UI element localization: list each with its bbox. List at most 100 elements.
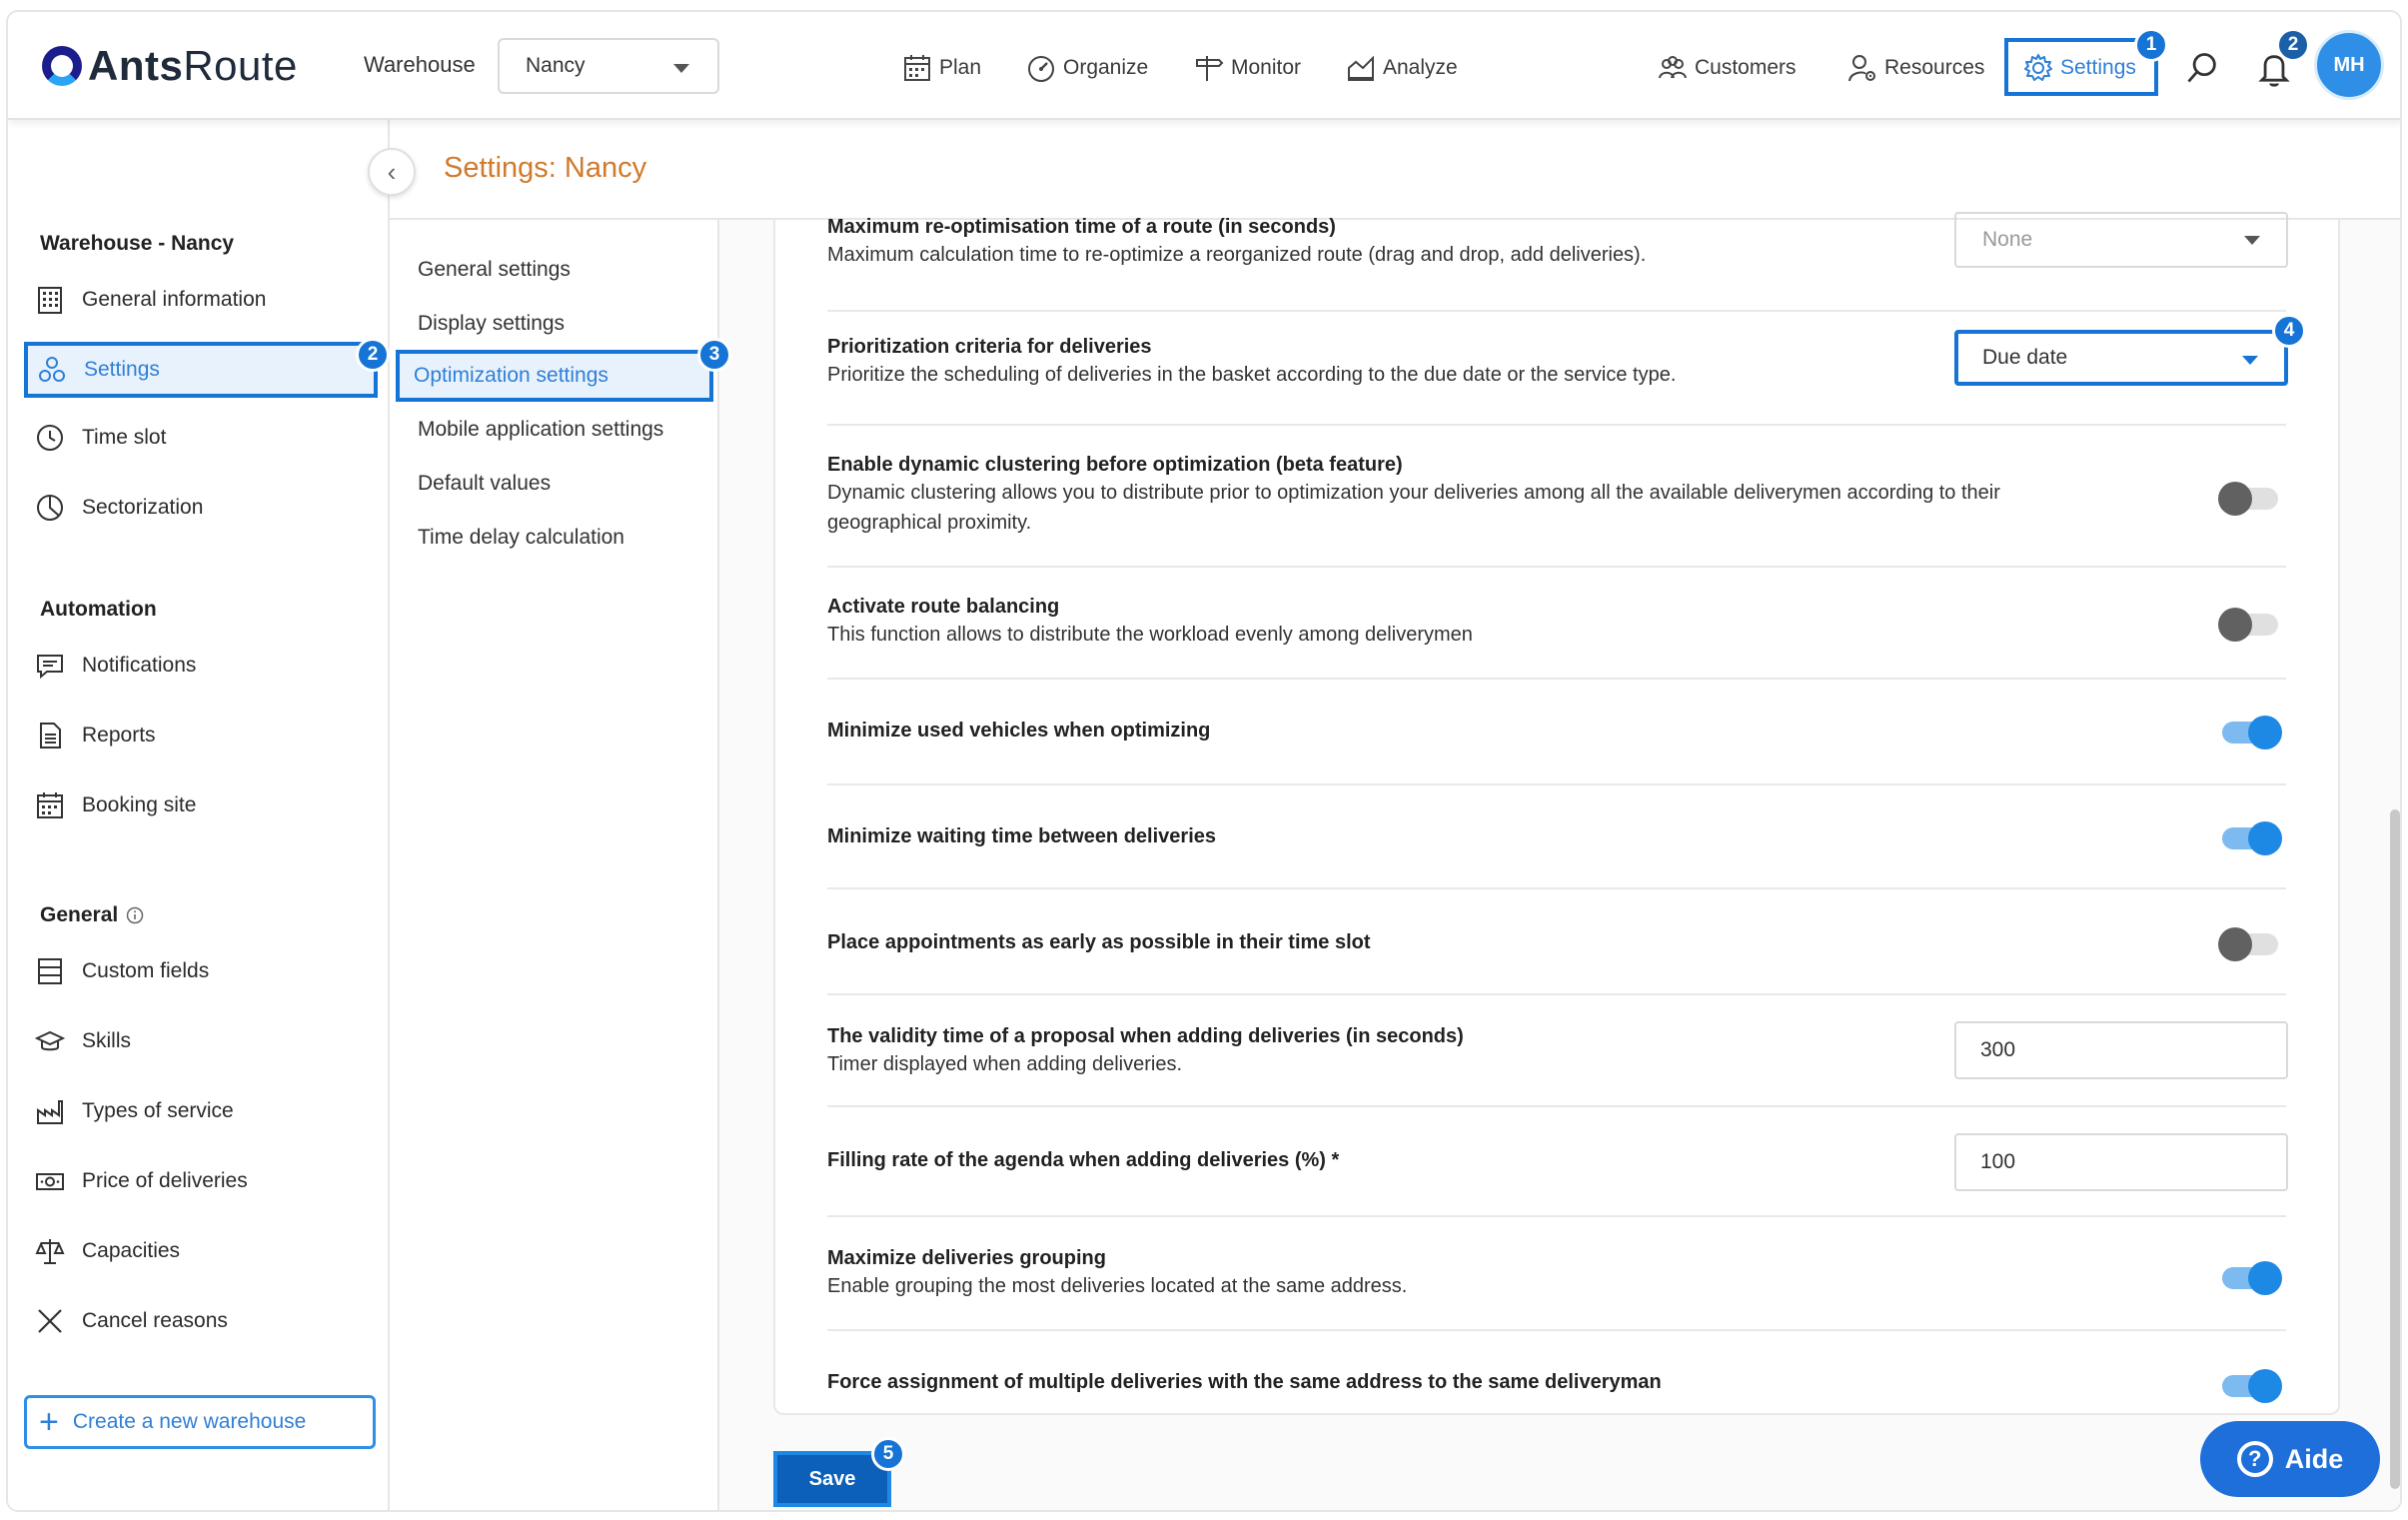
top-header: AntsRoute Warehouse Nancy Plan Organize … bbox=[8, 12, 2400, 120]
search-icon bbox=[2187, 53, 2216, 83]
nav-organize[interactable]: Organize bbox=[1025, 52, 1148, 84]
logo-text: AntsRoute bbox=[88, 42, 298, 89]
sidebar-item-cancel-reasons[interactable]: Cancel reasons bbox=[34, 1295, 374, 1347]
filling-rate-input[interactable]: 100 bbox=[1954, 1133, 2288, 1191]
user-avatar[interactable]: MH bbox=[2314, 30, 2384, 100]
sidebar-section-general: General bbox=[40, 903, 144, 927]
users-icon bbox=[1659, 56, 1687, 79]
submenu-mobile-application-settings[interactable]: Mobile application settings bbox=[400, 404, 709, 456]
building-icon bbox=[38, 287, 62, 314]
optimization-settings-content: Maximum re-optimisation time of a route … bbox=[719, 212, 2400, 1510]
question-icon: ? bbox=[2236, 1441, 2273, 1477]
nav-settings[interactable]: Settings bbox=[2022, 52, 2136, 84]
graduation-cap-icon bbox=[35, 1030, 65, 1051]
sidebar-item-sectorization[interactable]: Sectorization bbox=[34, 482, 374, 534]
step-badge-1: 1 bbox=[2134, 28, 2168, 62]
gauge-icon bbox=[1028, 56, 1054, 82]
left-sidebar: Warehouse - Nancy General information Se… bbox=[8, 120, 390, 1510]
sidebar-item-notifications[interactable]: Notifications bbox=[34, 640, 374, 692]
early-appointments-toggle[interactable] bbox=[2218, 927, 2278, 961]
calendar-icon bbox=[37, 792, 63, 818]
collapse-sidebar-button[interactable]: ‹ bbox=[368, 148, 416, 196]
submenu-default-values[interactable]: Default values bbox=[400, 458, 709, 510]
antsroute-logo[interactable]: AntsRoute bbox=[42, 40, 298, 92]
reoptimisation-time-select[interactable]: None bbox=[1954, 212, 2288, 268]
notification-count-badge: 2 bbox=[2276, 28, 2310, 62]
plus-icon: + bbox=[39, 1403, 59, 1441]
warehouse-select[interactable]: Nancy bbox=[498, 38, 719, 94]
table-icon bbox=[38, 958, 62, 984]
page-title: Settings: Nancy bbox=[444, 152, 647, 184]
setting-reoptimisation-time: Maximum re-optimisation time of a route … bbox=[827, 212, 2288, 312]
document-icon bbox=[40, 723, 61, 749]
nav-resources[interactable]: Resources bbox=[1846, 52, 1984, 84]
step-badge-2: 2 bbox=[356, 338, 390, 372]
sidebar-item-capacities[interactable]: Capacities bbox=[34, 1225, 374, 1277]
content-scrollbar[interactable] bbox=[2390, 809, 2400, 1489]
setting-filling-rate: Filling rate of the agenda when adding d… bbox=[827, 1107, 2288, 1217]
signpost-icon bbox=[1196, 56, 1224, 81]
dynamic-clustering-toggle[interactable] bbox=[2218, 482, 2278, 516]
step-badge-3: 3 bbox=[697, 338, 731, 372]
factory-icon bbox=[37, 1100, 63, 1124]
sidebar-item-reports[interactable]: Reports bbox=[34, 710, 374, 761]
step-badge-5: 5 bbox=[871, 1437, 905, 1471]
force-assignment-toggle[interactable] bbox=[2222, 1369, 2282, 1403]
maximize-grouping-toggle[interactable] bbox=[2222, 1261, 2282, 1295]
warehouse-label: Warehouse bbox=[364, 52, 476, 77]
setting-proposal-validity: The validity time of a proposal when add… bbox=[827, 995, 2288, 1107]
sidebar-item-booking-site[interactable]: Booking site bbox=[34, 779, 374, 831]
setting-dynamic-clustering: Enable dynamic clustering before optimiz… bbox=[827, 426, 2286, 568]
settings-submenu: General settings Display settings Optimi… bbox=[390, 220, 731, 1510]
prioritization-criteria-select[interactable]: Due date bbox=[1954, 330, 2288, 386]
submenu-display-settings[interactable]: Display settings bbox=[400, 298, 709, 350]
sidebar-section-warehouse: Warehouse - Nancy bbox=[40, 232, 235, 255]
sidebar-item-price-of-deliveries[interactable]: Price of deliveries bbox=[34, 1155, 374, 1207]
chevron-left-icon: ‹ bbox=[387, 156, 397, 187]
minimize-vehicles-toggle[interactable] bbox=[2222, 716, 2282, 750]
setting-prioritization-criteria: Prioritization criteria for deliveries P… bbox=[827, 312, 2306, 426]
search-button[interactable] bbox=[2184, 50, 2220, 91]
settings-cluster-icon bbox=[39, 357, 65, 382]
pie-icon bbox=[37, 495, 63, 521]
user-gear-icon bbox=[1848, 55, 1875, 82]
close-icon bbox=[38, 1309, 62, 1333]
chevron-down-icon bbox=[673, 64, 689, 73]
sidebar-item-custom-fields[interactable]: Custom fields bbox=[34, 945, 374, 997]
setting-minimize-used-vehicles: Minimize used vehicles when optimizing bbox=[827, 680, 2286, 785]
app-window: AntsRoute Warehouse Nancy Plan Organize … bbox=[6, 10, 2402, 1512]
setting-minimize-waiting-time: Minimize waiting time between deliveries bbox=[827, 785, 2286, 889]
warehouse-select-value: Nancy bbox=[526, 54, 586, 77]
message-icon bbox=[37, 655, 63, 680]
settings-card: Maximum re-optimisation time of a route … bbox=[773, 212, 2340, 1415]
nav-analyze[interactable]: Analyze bbox=[1345, 52, 1458, 84]
submenu-time-delay-calculation[interactable]: Time delay calculation bbox=[400, 512, 709, 564]
help-button[interactable]: ? Aide bbox=[2200, 1421, 2380, 1497]
sidebar-item-skills[interactable]: Skills bbox=[34, 1015, 374, 1067]
gear-icon bbox=[2024, 54, 2052, 81]
sidebar-section-automation: Automation bbox=[40, 598, 157, 621]
sidebar-item-time-slot[interactable]: Time slot bbox=[34, 412, 374, 464]
submenu-optimization-settings[interactable]: Optimization settings bbox=[396, 350, 713, 402]
calendar-icon bbox=[904, 55, 930, 81]
sidebar-item-types-of-service[interactable]: Types of service bbox=[34, 1085, 374, 1137]
nav-plan[interactable]: Plan bbox=[901, 52, 981, 84]
sidebar-item-general-information[interactable]: General information bbox=[34, 274, 374, 326]
route-balancing-toggle[interactable] bbox=[2218, 608, 2278, 642]
nav-customers[interactable]: Customers bbox=[1657, 52, 1797, 84]
setting-force-assignment: Force assignment of multiple deliveries … bbox=[827, 1331, 2286, 1415]
submenu-general-settings[interactable]: General settings bbox=[400, 244, 709, 296]
nav-monitor[interactable]: Monitor bbox=[1193, 52, 1301, 84]
create-warehouse-button[interactable]: + Create a new warehouse bbox=[24, 1395, 376, 1449]
sidebar-item-settings[interactable]: Settings bbox=[24, 342, 378, 398]
info-icon[interactable] bbox=[126, 906, 144, 924]
page-title-bar: ‹ Settings: Nancy bbox=[368, 120, 2400, 220]
clock-icon bbox=[37, 425, 63, 451]
minimize-waiting-toggle[interactable] bbox=[2222, 821, 2282, 855]
setting-maximize-grouping: Maximize deliveries grouping Enable grou… bbox=[827, 1217, 2286, 1331]
step-badge-4: 4 bbox=[2272, 314, 2306, 348]
proposal-validity-input[interactable]: 300 bbox=[1954, 1021, 2288, 1079]
setting-early-appointments: Place appointments as early as possible … bbox=[827, 889, 2286, 995]
chart-icon bbox=[1348, 55, 1374, 81]
scale-icon bbox=[35, 1239, 65, 1264]
